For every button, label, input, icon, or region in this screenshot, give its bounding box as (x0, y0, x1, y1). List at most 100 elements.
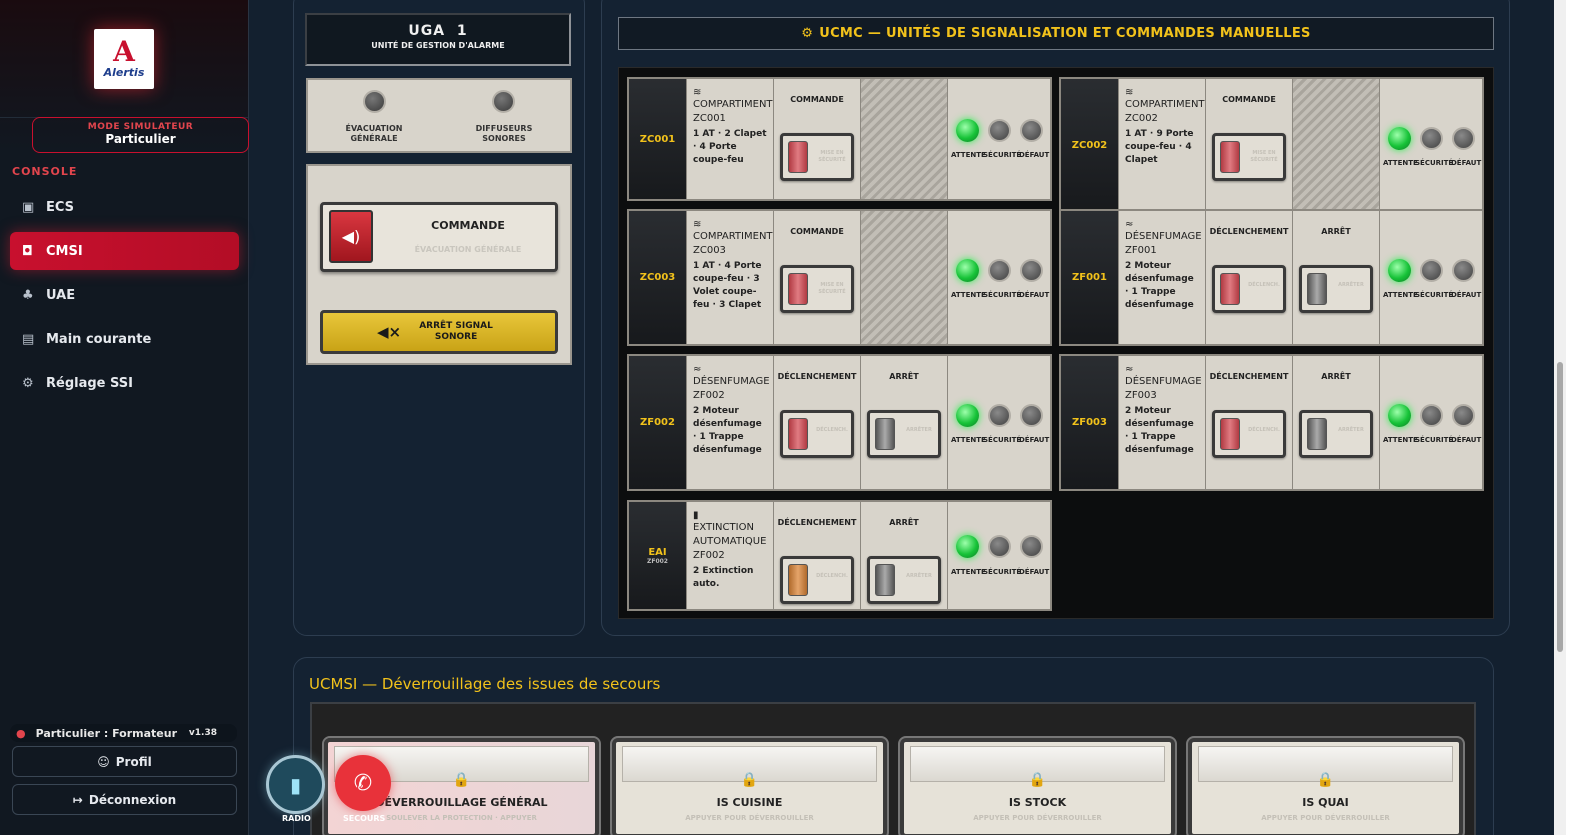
trigger-button[interactable]: DÉCLENCH. (1212, 265, 1286, 313)
stop-sound-button[interactable]: ◀× ARRÊT SIGNAL SONORE (320, 310, 558, 354)
lock-icon: 🔒 (1316, 772, 1335, 788)
defaut-led (1020, 404, 1043, 427)
speaker-icon: ◀) (329, 210, 373, 263)
button-cap (1220, 418, 1240, 450)
ucmsi-title: UCMSI — Déverrouillage des issues de sec… (309, 675, 661, 693)
button-cap (875, 418, 895, 450)
status-cell: ATTENTE SÉCURITÉ DÉFAUT (1380, 356, 1482, 489)
phone-icon: ✆ (353, 770, 373, 796)
evacuation-command-button[interactable]: ◀) COMMANDE ÉVACUATION GÉNÉRALE (320, 202, 558, 272)
uga-indicators: ÉVACUATION GÉNÉRALE DIFFUSEURS SONORES (306, 78, 572, 153)
module-type-icon: ≋ (693, 87, 702, 98)
is-stock-button[interactable]: 🔒 IS STOCK APPUYER POUR DÉVERROUILLER (900, 738, 1175, 835)
ucmc-module: ZC002 ≋ COMPARTIMENT ZC002 1 AT · 9 Porte c… (1059, 77, 1484, 214)
module-description: ≈ DÉSENFUMAGE ZF003 2 Moteur désenfumage ·… (1119, 356, 1206, 489)
defaut-led (1020, 535, 1043, 558)
radio-button[interactable]: ▮ (266, 755, 325, 814)
module-type-icon: ≋ (693, 219, 702, 230)
emergency-call-button[interactable]: ✆ (335, 755, 391, 811)
page-scrollbar[interactable] (1554, 0, 1566, 835)
sidebar-item-reglage-ssi[interactable]: ⚙ Réglage SSI (10, 364, 239, 402)
module-id: ZC001 (629, 79, 687, 199)
stop-button[interactable]: ARRÊTER (867, 410, 941, 458)
logo-area: A Alertis (0, 0, 248, 118)
button-cap (788, 141, 808, 173)
command-cell: ARRÊT ARRÊTER (861, 356, 948, 489)
module-type-icon: ▮ (693, 510, 699, 521)
trigger-button[interactable]: MISE EN SÉCURITÉ (1212, 133, 1286, 181)
module-id: ZF002 (629, 356, 687, 489)
module-type-icon: ≈ (1125, 364, 1134, 375)
defaut-led (1020, 119, 1043, 142)
attente-led (1388, 259, 1411, 282)
command-cell: ARRÊT ARRÊTER (1293, 356, 1380, 489)
command-cell: COMMANDE MISE EN SÉCURITÉ (774, 79, 861, 199)
ucmc-module: EAI ZF002 ▮ EXTINCTION AUTOMATIQUE ZF002 2 E… (627, 500, 1052, 611)
defaut-led (1452, 127, 1475, 150)
current-user: ● Particulier : Formateur v1.38 (10, 724, 237, 742)
module-id: ZF003 (1061, 356, 1119, 489)
ucmc-module: ZC001 ≋ COMPARTIMENT ZC001 1 AT · 2 Clapet … (627, 77, 1052, 201)
module-description: ≈ DÉSENFUMAGE ZF001 2 Moteur désenfumage ·… (1119, 211, 1206, 344)
attente-led (956, 535, 979, 558)
status-cell: ATTENTE SÉCURITÉ DÉFAUT (948, 211, 1050, 344)
window-edge (1566, 0, 1584, 835)
defaut-led (1020, 259, 1043, 282)
stop-button[interactable]: ARRÊTER (1299, 265, 1373, 313)
attente-led (1388, 404, 1411, 427)
command-cell: DÉCLENCHEMENT DÉCLENCH. (1206, 211, 1293, 344)
mode-simulator-badge[interactable]: MODE SIMULATEUR Particulier (32, 117, 249, 153)
logbook-icon: ▤ (22, 331, 35, 347)
uga-command-area: ◀) COMMANDE ÉVACUATION GÉNÉRALE ◀× ARRÊT… (306, 164, 572, 365)
command-cell: ARRÊT ARRÊTER (1293, 211, 1380, 344)
profile-button[interactable]: ☺ Profil (12, 746, 237, 777)
status-cell: ATTENTE SÉCURITÉ DÉFAUT (948, 356, 1050, 489)
ucmc-module: ZF003 ≈ DÉSENFUMAGE ZF003 2 Moteur désenfum… (1059, 354, 1484, 491)
sidebar-item-uae[interactable]: ♣ UAE (10, 276, 239, 314)
module-description: ≋ COMPARTIMENT ZC003 1 AT · 4 Porte coupe-… (687, 211, 774, 344)
command-cell: COMMANDE MISE EN SÉCURITÉ (774, 211, 861, 344)
trigger-button[interactable]: DÉCLENCH. (780, 556, 854, 604)
logout-button[interactable]: ↦ Déconnexion (12, 784, 237, 815)
attente-led (956, 259, 979, 282)
user-gear-icon: ☺ (97, 754, 110, 769)
module-type-icon: ≈ (1125, 219, 1134, 230)
status-cell: ATTENTE SÉCURITÉ DÉFAUT (1380, 211, 1482, 344)
sidebar-item-ecs[interactable]: ▣ ECS (10, 188, 239, 226)
lock-icon: 🔒 (740, 772, 759, 788)
empty-slot (1293, 79, 1380, 212)
module-description: ≈ DÉSENFUMAGE ZF002 2 Moteur désenfumage ·… (687, 356, 774, 489)
version-label: v1.38 (188, 728, 217, 738)
gears-icon: ⚙ (801, 26, 814, 41)
secours-label: SECOURS (343, 814, 386, 823)
scrollbar-thumb[interactable] (1557, 362, 1563, 652)
defaut-led (1452, 404, 1475, 427)
status-cell: ATTENTE SÉCURITÉ DÉFAUT (948, 502, 1050, 609)
stop-button[interactable]: ARRÊTER (1299, 410, 1373, 458)
lock-icon: 🔒 (1028, 772, 1047, 788)
sidebar-item-cmsi[interactable]: ◘ CMSI (10, 232, 239, 270)
trigger-button[interactable]: MISE EN SÉCURITÉ (780, 133, 854, 181)
module-description: ≋ COMPARTIMENT ZC001 1 AT · 2 Clapet · 4 P… (687, 79, 774, 199)
trigger-button[interactable]: DÉCLENCH. (780, 410, 854, 458)
chip-icon: ▣ (22, 199, 35, 215)
is-cuisine-button[interactable]: 🔒 IS CUISINE APPUYER POUR DÉVERROUILLER (612, 738, 887, 835)
trigger-button[interactable]: DÉCLENCH. (1212, 410, 1286, 458)
securite-led (1420, 404, 1443, 427)
button-cap (788, 273, 808, 305)
module-id: ZF001 (1061, 211, 1119, 344)
sidebar-nav: ▣ ECS ◘ CMSI ♣ UAE ▤ Main courante ⚙ Rég… (10, 188, 239, 408)
stop-button[interactable]: ARRÊTER (867, 556, 941, 604)
module-type-icon: ≋ (1125, 87, 1134, 98)
module-id: ZC002 (1061, 79, 1119, 212)
button-cap (875, 564, 895, 596)
is-quai-button[interactable]: 🔒 IS QUAI APPUYER POUR DÉVERROUILLER (1188, 738, 1463, 835)
mute-icon: ◀× (376, 322, 402, 341)
sidebar-item-main-courante[interactable]: ▤ Main courante (10, 320, 239, 358)
attente-led (956, 119, 979, 142)
empty-slot (861, 79, 948, 199)
button-cap (788, 564, 808, 596)
trigger-button[interactable]: MISE EN SÉCURITÉ (780, 265, 854, 313)
ucmc-module: ZF001 ≈ DÉSENFUMAGE ZF001 2 Moteur désenfum… (1059, 209, 1484, 346)
module-type-icon: ≈ (693, 364, 702, 375)
